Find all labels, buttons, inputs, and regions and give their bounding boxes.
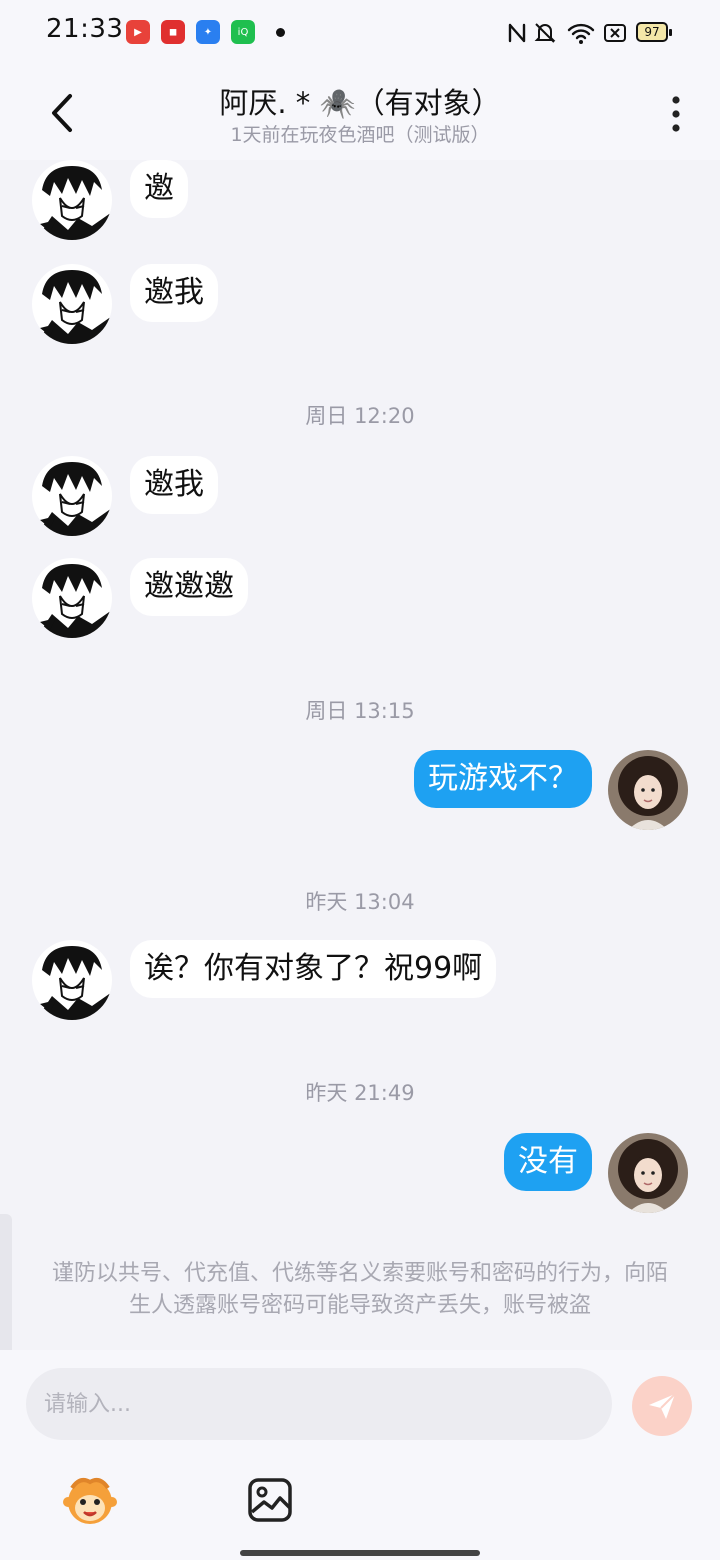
chat-header: 阿厌. * 🕷️（有对象） 1天前在玩夜色酒吧（测试版） xyxy=(0,64,720,160)
send-button[interactable] xyxy=(632,1376,692,1436)
incoming-message-bubble[interactable]: 邀邀邀 xyxy=(130,558,248,616)
status-time: 21:33 xyxy=(46,14,124,44)
incoming-message-bubble[interactable]: 诶？你有对象了？祝99啊 xyxy=(130,940,497,998)
video-app-icon: ▶ xyxy=(126,20,150,44)
chat-title[interactable]: 阿厌. * 🕷️（有对象） xyxy=(0,80,720,122)
more-options-button[interactable] xyxy=(664,92,688,136)
send-icon xyxy=(649,1393,676,1419)
mute-bell-icon xyxy=(534,23,556,43)
contact-avatar[interactable] xyxy=(32,940,112,1020)
message-timestamp: 周日 12:20 xyxy=(305,404,415,428)
contact-avatar[interactable] xyxy=(32,558,112,638)
no-sim-icon xyxy=(604,24,626,42)
message-input[interactable] xyxy=(26,1368,612,1440)
status-bar: 21:33 ▶ ◼ ✦ iQ 97 xyxy=(0,0,720,64)
wifi-icon xyxy=(567,23,595,44)
xiaohongshu-app-icon: ◼ xyxy=(161,20,185,44)
contact-avatar[interactable] xyxy=(32,160,112,240)
battery-icon: 97 xyxy=(636,22,672,42)
side-drawer-handle[interactable] xyxy=(0,1214,12,1358)
incoming-message-bubble[interactable]: 邀我 xyxy=(130,264,218,322)
my-avatar[interactable] xyxy=(608,1133,688,1213)
feather-app-icon: ✦ xyxy=(196,20,220,44)
outgoing-message-bubble[interactable]: 玩游戏不？ xyxy=(414,750,592,808)
message-timestamp: 周日 13:15 xyxy=(305,699,415,723)
home-indicator[interactable] xyxy=(240,1550,480,1556)
image-picker-button[interactable] xyxy=(246,1476,294,1524)
outgoing-message-bubble[interactable]: 没有 xyxy=(504,1133,592,1191)
emoji-button[interactable] xyxy=(62,1472,118,1528)
iqiyi-app-icon: iQ xyxy=(231,20,255,44)
nfc-icon xyxy=(508,23,526,43)
incoming-message-bubble[interactable]: 邀 xyxy=(130,160,188,218)
message-timestamp: 昨天 13:04 xyxy=(305,890,415,914)
security-warning-text: 谨防以共号、代充值、代练等名义索要账号和密码的行为，向陌生人透露账号密码可能导致… xyxy=(51,1261,668,1318)
notification-dot-icon xyxy=(276,28,285,37)
incoming-message-bubble[interactable]: 邀我 xyxy=(130,456,218,514)
contact-avatar[interactable] xyxy=(32,264,112,344)
my-avatar[interactable] xyxy=(608,750,688,830)
message-timestamp: 昨天 21:49 xyxy=(305,1081,415,1105)
chat-subtitle: 1天前在玩夜色酒吧（测试版） xyxy=(230,124,490,146)
contact-avatar[interactable] xyxy=(32,456,112,536)
input-bar xyxy=(0,1350,720,1560)
